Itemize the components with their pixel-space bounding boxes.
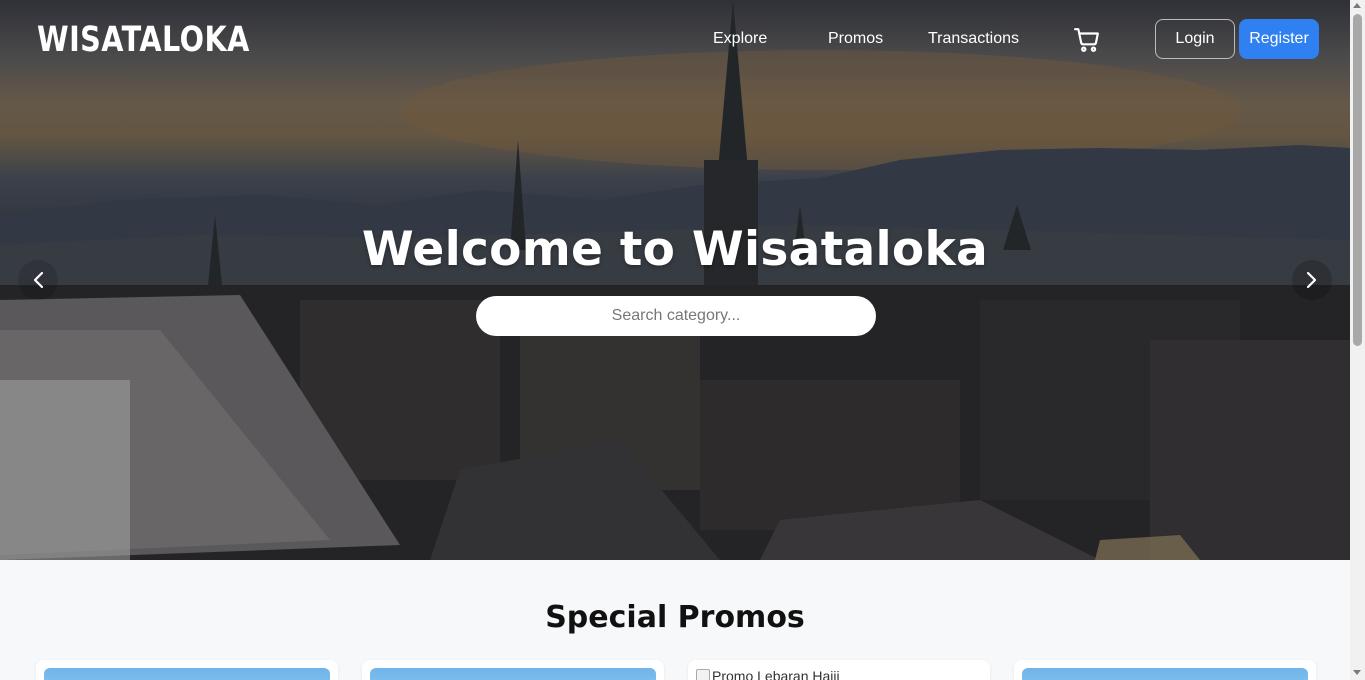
promo-image xyxy=(1022,668,1308,680)
register-button[interactable]: Register xyxy=(1239,19,1319,59)
hero-overlay xyxy=(0,0,1350,560)
scroll-down-arrow-icon[interactable] xyxy=(1353,670,1361,675)
promo-image-alt: Promo Lebaran Hajii xyxy=(712,668,840,680)
promo-image xyxy=(370,668,656,680)
wisataloka-logo[interactable]: WISATALOKA xyxy=(37,20,250,60)
promo-image-broken: Promo Lebaran Hajii xyxy=(696,668,840,680)
promo-image xyxy=(44,668,330,680)
chevron-left-icon[interactable] xyxy=(18,260,58,300)
shopping-cart-icon[interactable] xyxy=(1074,27,1100,53)
broken-image-icon xyxy=(696,669,710,680)
nav-transactions[interactable]: Transactions xyxy=(928,30,1019,48)
hero-title: Welcome to Wisataloka xyxy=(361,222,989,277)
scroll-up-arrow-icon[interactable] xyxy=(1353,3,1361,8)
scrollbar-thumb[interactable] xyxy=(1353,14,1362,346)
promo-card[interactable] xyxy=(1014,660,1316,680)
promo-card[interactable]: Promo Lebaran Hajii xyxy=(688,660,990,680)
chevron-right-icon[interactable] xyxy=(1292,260,1332,300)
navbar: WISATALOKA Explore Promos Transactions L… xyxy=(0,0,1350,80)
promo-card[interactable] xyxy=(362,660,664,680)
page-scrollbar[interactable] xyxy=(1350,0,1365,680)
nav-explore[interactable]: Explore xyxy=(713,30,767,48)
login-button[interactable]: Login xyxy=(1155,19,1235,59)
promo-card[interactable] xyxy=(36,660,338,680)
hero-banner: WISATALOKA Explore Promos Transactions L… xyxy=(0,0,1350,560)
special-promos-title: Special Promos xyxy=(545,600,805,635)
nav-promos[interactable]: Promos xyxy=(828,30,883,48)
search-category-input[interactable] xyxy=(476,296,876,336)
